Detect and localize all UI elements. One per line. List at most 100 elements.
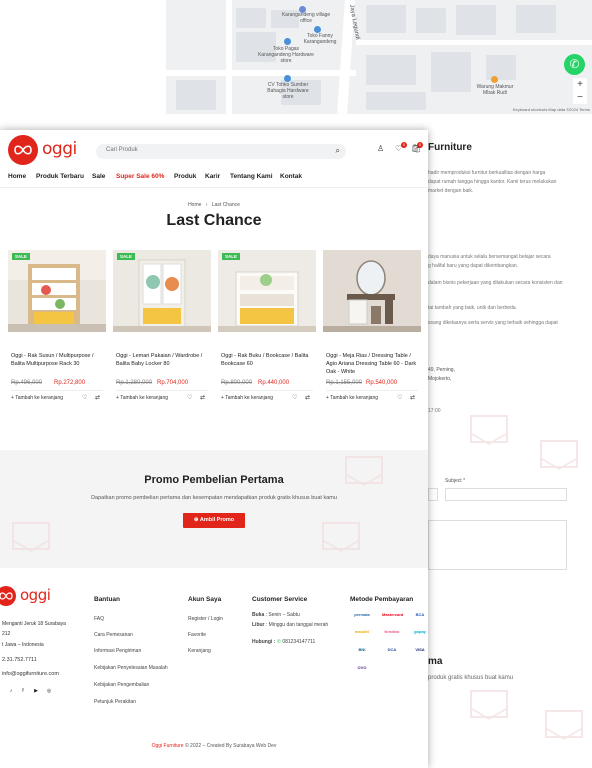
- old-price: Rp.1,155,000: [326, 380, 363, 386]
- payment-logo: Mastercard: [382, 612, 404, 617]
- payment-logo: Kredivo: [384, 629, 400, 634]
- tiktok-icon[interactable]: ♪: [8, 688, 14, 694]
- heart-icon[interactable]: ♡: [397, 394, 402, 401]
- zoom-in-button[interactable]: +: [573, 78, 587, 91]
- nav-kontak[interactable]: Kontak: [280, 173, 302, 180]
- footer-link[interactable]: Cara Pemesanan: [94, 632, 133, 638]
- payment-logo: BNI: [358, 647, 366, 652]
- nav-karir[interactable]: Karir: [205, 173, 220, 180]
- bg-promo-title: ma: [428, 656, 443, 667]
- zoom-controls[interactable]: + −: [573, 78, 587, 104]
- divider: [326, 390, 418, 391]
- product-name[interactable]: Oggi - Meja Rias / Dressing Table / Agio…: [326, 352, 420, 376]
- pin-icon[interactable]: [314, 26, 321, 33]
- heart-icon[interactable]: ♡: [292, 394, 297, 401]
- footer-link[interactable]: Petunjuk Perakitan: [94, 699, 136, 705]
- nav-home[interactable]: Home: [8, 173, 26, 180]
- map-label: Toko Fanny Karangandeng: [303, 33, 337, 45]
- footer-link[interactable]: Keranjang: [188, 648, 211, 654]
- nav-tentang-kami[interactable]: Tentang Kami: [230, 173, 273, 180]
- compare-icon[interactable]: ⇄: [200, 394, 205, 401]
- pin-icon[interactable]: [284, 75, 291, 82]
- sale-badge: SALE: [12, 253, 31, 260]
- whatsapp-number[interactable]: 081234147711: [282, 639, 315, 645]
- add-to-cart-button[interactable]: + Tambah ke keranjang: [11, 395, 63, 401]
- footer-phone[interactable]: 2.31.752.7711: [2, 657, 37, 664]
- hours-text: 17:00: [428, 408, 441, 414]
- sale-badge: SALE: [117, 253, 136, 260]
- user-icon[interactable]: ♙: [377, 144, 384, 153]
- about-title: Furniture: [428, 142, 472, 153]
- message-field[interactable]: [428, 520, 567, 570]
- heart-icon[interactable]: ♡: [82, 394, 87, 401]
- map-view[interactable]: Karangandeng village office Toko Fanny K…: [166, 0, 592, 114]
- instagram-icon[interactable]: ◎: [46, 688, 52, 694]
- libur-value: : Minggu dan tanggal merah: [265, 622, 329, 628]
- footer-link[interactable]: FAQ: [94, 616, 104, 622]
- about-text: hadir memproduksi furnitur berkualitas d…: [428, 170, 546, 176]
- product-image[interactable]: [323, 250, 421, 332]
- about-text: daya manusia untuk selalu bersemangat be…: [428, 254, 551, 260]
- service-contact: Hubungi : ✆ 081234147711: [252, 639, 315, 645]
- add-to-cart-button[interactable]: + Tambah ke keranjang: [326, 395, 378, 401]
- breadcrumb: Home › Last Chance: [0, 202, 428, 208]
- pin-icon[interactable]: [284, 38, 291, 45]
- zoom-out-button[interactable]: −: [573, 91, 587, 104]
- compare-icon[interactable]: ⇄: [95, 394, 100, 401]
- heart-icon[interactable]: ♡: [187, 394, 192, 401]
- about-text: market dengan baik.: [428, 188, 474, 194]
- copyright-brand[interactable]: Oggi Furniture: [152, 743, 184, 749]
- facebook-icon[interactable]: f: [20, 688, 26, 694]
- youtube-icon[interactable]: ▶: [33, 688, 39, 694]
- compare-icon[interactable]: ⇄: [410, 394, 415, 401]
- footer-address: Menganti Jeruk 18 Surabaya: [2, 621, 66, 627]
- footer-link[interactable]: Register / Login: [188, 616, 223, 622]
- subject-label: Subject *: [445, 478, 466, 484]
- akun-title: Akun Saya: [188, 596, 222, 603]
- footer-link[interactable]: Kebijakan Penyelesaian Masalah: [94, 665, 168, 671]
- old-price: Rp.800,000: [221, 380, 253, 386]
- product-name[interactable]: Oggi - Lemari Pakaian / Wardrobe / Balit…: [116, 352, 210, 368]
- cart-count: 0: [417, 142, 423, 148]
- product-name[interactable]: Oggi - Rak Susun / Multipurpose / Balita…: [11, 352, 105, 368]
- search-icon[interactable]: ⌕: [336, 146, 340, 156]
- claim-promo-button[interactable]: ⊕ Ambil Promo: [183, 513, 245, 528]
- logo-text[interactable]: oggi: [42, 139, 77, 159]
- copyright-text: © 2022 – Created By Surabaya Web Dev: [184, 743, 277, 749]
- breadcrumb-home[interactable]: Home: [188, 202, 201, 208]
- footer-link[interactable]: Favorite: [188, 632, 206, 638]
- footer-link[interactable]: Informasi Pengiriman: [94, 648, 141, 654]
- search-input[interactable]: Cari Produk ⌕: [96, 144, 346, 159]
- product-image[interactable]: SALE: [218, 250, 316, 332]
- wishlist-count: 0: [401, 142, 407, 148]
- subject-field[interactable]: [445, 488, 567, 501]
- name-field[interactable]: [428, 488, 438, 501]
- footer-email[interactable]: info@oggifurniture.com: [2, 671, 59, 678]
- footer-logo-text[interactable]: oggi: [20, 586, 51, 604]
- store-window: oggi Cari Produk ⌕ ♙ ♡ 0 🛍 0 Home Produk…: [0, 130, 428, 768]
- nav-sale[interactable]: Sale: [92, 173, 105, 180]
- libur-label: Libur: [252, 622, 265, 628]
- product-image[interactable]: SALE: [113, 250, 211, 332]
- about-text: ssang dikelaanya serta servis yang terba…: [428, 320, 558, 326]
- payment-logo: permata: [354, 612, 370, 617]
- pin-icon[interactable]: [491, 76, 498, 83]
- service-title: Customer Service: [252, 596, 308, 603]
- compare-icon[interactable]: ⇄: [305, 394, 310, 401]
- product-name[interactable]: Oggi - Rak Buku / Bookcase / Balita Book…: [221, 352, 315, 368]
- footer-link[interactable]: Kebijakan Pengembalian: [94, 682, 149, 688]
- add-to-cart-button[interactable]: + Tambah ke keranjang: [116, 395, 168, 401]
- sale-price: Rp.440,000: [258, 380, 290, 386]
- product-image[interactable]: SALE: [8, 250, 106, 332]
- whatsapp-icon[interactable]: ✆: [564, 54, 585, 75]
- add-to-cart-button[interactable]: + Tambah ke keranjang: [221, 395, 273, 401]
- nav-produk[interactable]: Produk: [174, 173, 196, 180]
- whatsapp-icon: ✆: [276, 639, 281, 645]
- payment-logo: OVO: [357, 665, 367, 670]
- mail-icon: [470, 690, 508, 718]
- nav-super-sale[interactable]: Super Sale 60%: [116, 173, 164, 180]
- hubungi-label: Hubungi :: [252, 639, 276, 645]
- payment-logo: gopay: [414, 629, 426, 634]
- nav-produk-terbaru[interactable]: Produk Terbaru: [36, 173, 84, 180]
- logo[interactable]: [8, 135, 38, 165]
